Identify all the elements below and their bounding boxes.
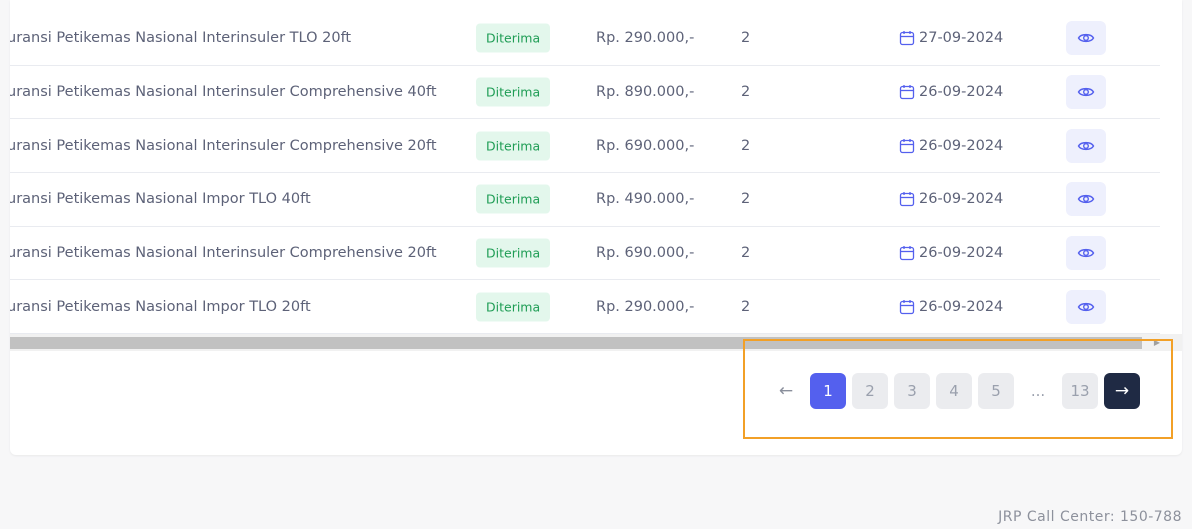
call-center-text: JRP Call Center: 150-788 [998,509,1182,525]
date-cell: 26-09-2024 [899,191,1003,207]
quantity: 2 [741,245,751,262]
date-text: 26-09-2024 [919,245,1004,262]
view-button[interactable] [1066,182,1106,217]
page-button-13[interactable]: 13 [1062,373,1098,409]
table-row: uransi Petikemas Nasional Interinsuler C… [10,227,1160,281]
status-badge: Diterima [476,77,551,107]
page-button-1[interactable]: 1 [810,373,846,409]
status-badge: Diterima [476,23,551,53]
date-cell: 26-09-2024 [899,245,1003,261]
date-cell: 26-09-2024 [899,138,1003,154]
price: Rp. 290.000,- [596,298,695,315]
quantity: 2 [741,30,751,47]
quantity: 2 [741,191,751,208]
eye-icon [1077,87,1095,97]
calendar-icon [899,192,915,207]
date-text: 26-09-2024 [919,137,1004,154]
product-name: uransi Petikemas Nasional Interinsuler C… [10,84,437,101]
calendar-icon [899,246,915,261]
view-button[interactable] [1066,236,1106,271]
prev-page-button[interactable]: ← [768,373,804,409]
product-name: uransi Petikemas Nasional Interinsuler C… [10,137,437,154]
product-name: uransi Petikemas Nasional Impor TLO 40ft [10,191,311,208]
date-text: 27-09-2024 [919,30,1004,47]
date-cell: 27-09-2024 [899,30,1003,46]
date-cell: 26-09-2024 [899,84,1003,100]
table-row: uransi Petikemas Nasional Interinsuler C… [10,66,1160,120]
table-row: uransi Petikemas Nasional Impor TLO 20ft… [10,280,1160,335]
view-button[interactable] [1066,21,1106,56]
date-text: 26-09-2024 [919,298,1004,315]
status-badge: Diterima [476,238,551,268]
page-button-2[interactable]: 2 [852,373,888,409]
status-badge: Diterima [476,292,551,322]
page-button-5[interactable]: 5 [978,373,1014,409]
page-button-4[interactable]: 4 [936,373,972,409]
product-name: uransi Petikemas Nasional Impor TLO 20ft [10,298,311,315]
eye-icon [1077,302,1095,311]
price: Rp. 290.000,- [596,30,695,47]
price: Rp. 490.000,- [596,191,695,208]
quantity: 2 [741,84,751,101]
page-button-3[interactable]: 3 [894,373,930,409]
product-name: uransi Petikemas Nasional Interinsuler C… [10,245,437,262]
view-button[interactable] [1066,289,1106,324]
date-cell: 26-09-2024 [899,299,1003,315]
pagination: ← 1 2 3 4 5 ... 13 → [768,373,1140,409]
date-text: 26-09-2024 [919,191,1004,208]
table-row: uransi Petikemas Nasional Interinsuler C… [10,119,1160,174]
orders-table: uransi Petikemas Nasional Interinsuler T… [10,12,1160,335]
price: Rp. 890.000,- [596,84,695,101]
quantity: 2 [741,298,751,315]
status-badge: Diterima [476,131,551,161]
quantity: 2 [741,137,751,154]
calendar-icon [899,138,915,153]
product-name: uransi Petikemas Nasional Interinsuler T… [10,30,352,47]
price: Rp. 690.000,- [596,245,695,262]
table-row: uransi Petikemas Nasional Impor TLO 40ft… [10,173,1160,227]
calendar-icon [899,299,915,314]
price: Rp. 690.000,- [596,137,695,154]
pagination-ellipsis: ... [1030,382,1046,400]
eye-icon [1077,249,1095,258]
status-badge: Diterima [476,184,551,214]
view-button[interactable] [1066,128,1106,163]
calendar-icon [899,85,915,100]
eye-icon [1077,195,1095,204]
calendar-icon [899,31,915,46]
date-text: 26-09-2024 [919,84,1004,101]
eye-icon [1077,141,1095,150]
view-button[interactable] [1066,75,1106,110]
next-page-button[interactable]: → [1104,373,1140,409]
table-row: uransi Petikemas Nasional Interinsuler T… [10,12,1160,66]
eye-icon [1077,34,1095,43]
